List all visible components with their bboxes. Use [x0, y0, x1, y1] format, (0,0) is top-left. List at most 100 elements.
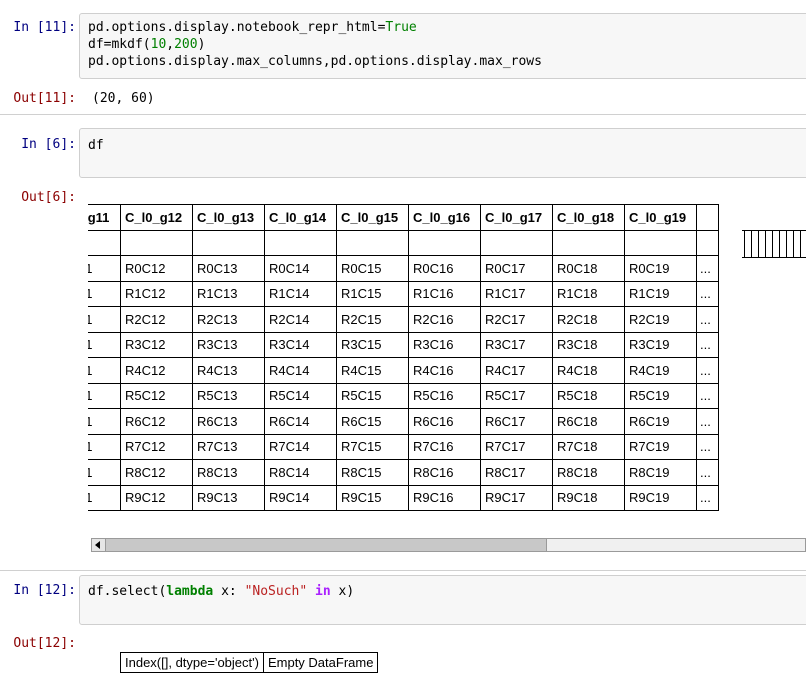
table-cell: R2C13	[192, 306, 265, 333]
table-cell: R5C11	[88, 382, 121, 409]
table-cell: R0C15	[336, 255, 409, 282]
table-cell: R4C19	[624, 357, 697, 384]
table-cell: R3C17	[480, 331, 553, 358]
table-cell: R5C16	[408, 382, 481, 409]
table-cell: R8C13	[192, 459, 265, 486]
table-cell: R6C16	[408, 408, 481, 435]
table-cell: R8C17	[480, 459, 553, 486]
code-true-literal: True	[385, 20, 417, 35]
table-cell: R4C17	[480, 357, 553, 384]
table-cell: R2C17	[480, 306, 553, 333]
output-prompt-6: Out[6]:	[21, 190, 76, 205]
table-cell: R3C11	[88, 331, 121, 358]
output-prompt-11: Out[11]:	[13, 91, 76, 106]
table-cell: R0C19	[624, 255, 697, 282]
table-cell: R6C13	[192, 408, 265, 435]
code-line-1: df.select(lambda x: "NoSuch" in x)	[88, 584, 354, 599]
code-cell-6[interactable]: df	[79, 128, 806, 178]
code-keyword-in: in	[315, 584, 331, 599]
column-header: C_l0_g18	[552, 204, 625, 231]
table-cell: R9C14	[264, 484, 337, 511]
tick-mark	[744, 231, 745, 257]
table-row: R7C11R7C12R7C13R7C14R7C15R7C16R7C17R7C18…	[88, 433, 719, 460]
table-cell: R2C18	[552, 306, 625, 333]
table-cell: R2C12	[120, 306, 193, 333]
table-cell: R4C11	[88, 357, 121, 384]
column-header: C_l0_g12	[120, 204, 193, 231]
table-cell: R5C19	[624, 382, 697, 409]
table-cell: R0C13	[192, 255, 265, 282]
table-cell: R0C17	[480, 255, 553, 282]
table-cell: R5C14	[264, 382, 337, 409]
code-text: df=mkdf(	[88, 37, 151, 52]
code-cell-11[interactable]: pd.options.display.notebook_repr_html=Tr…	[79, 13, 806, 79]
table-cell: R5C13	[192, 382, 265, 409]
tick-mark	[793, 231, 794, 257]
table-cell: R1C15	[336, 280, 409, 307]
code-line-1: df	[88, 138, 104, 153]
table-cell: R6C18	[552, 408, 625, 435]
table-cell: R7C14	[264, 433, 337, 460]
header-index-tick-marks	[742, 230, 806, 258]
table-cell: R8C12	[120, 459, 193, 486]
table-cell: R6C11	[88, 408, 121, 435]
table-cell: R9C11	[88, 484, 121, 511]
table-cell: R9C18	[552, 484, 625, 511]
table-cell: R8C16	[408, 459, 481, 486]
table-cell: R7C17	[480, 433, 553, 460]
code-text: x:	[213, 584, 245, 599]
table-cell: R6C12	[120, 408, 193, 435]
scroll-left-arrow-icon[interactable]	[92, 539, 106, 551]
table-cell: R2C19	[624, 306, 697, 333]
table-row: R1C11R1C12R1C13R1C14R1C15R1C16R1C17R1C18…	[88, 280, 719, 307]
table-cell: R9C19	[624, 484, 697, 511]
scrollbar-thumb[interactable]	[106, 539, 547, 551]
table-cell: R3C13	[192, 331, 265, 358]
code-keyword-lambda: lambda	[166, 584, 214, 599]
table-cell: R9C17	[480, 484, 553, 511]
table-cell: R1C11	[88, 280, 121, 307]
tick-mark	[786, 231, 787, 257]
ellipsis-cell: ...	[696, 280, 719, 307]
code-cell-12[interactable]: df.select(lambda x: "NoSuch" in x)	[79, 575, 806, 625]
horizontal-scrollbar[interactable]	[91, 538, 806, 552]
table-row: R2C11R2C12R2C13R2C14R2C15R2C16R2C17R2C18…	[88, 306, 719, 333]
code-text: )	[197, 37, 206, 52]
table-row: R0C11R0C12R0C13R0C14R0C15R0C16R0C17R0C18…	[88, 255, 719, 282]
column-header-ellipsis	[696, 204, 719, 231]
table-cell: R7C19	[624, 433, 697, 460]
code-text: x)	[330, 584, 355, 599]
column-header: C_l0_g13	[192, 204, 265, 231]
ellipsis-cell: ...	[696, 433, 719, 460]
tick-mark	[772, 231, 773, 257]
ellipsis-cell: ...	[696, 459, 719, 486]
code-text: pd.options.display.notebook_repr_html=	[88, 20, 386, 35]
table-cell: R0C12	[120, 255, 193, 282]
table-cell: R1C16	[408, 280, 481, 307]
code-text: ,	[166, 37, 175, 52]
table-cell: R1C17	[480, 280, 553, 307]
tick-mark	[758, 231, 759, 257]
table-cell: R8C18	[552, 459, 625, 486]
table-row: R4C11R4C12R4C13R4C14R4C15R4C16R4C17R4C18…	[88, 357, 719, 384]
table-cell: R0C18	[552, 255, 625, 282]
ellipsis-cell: ...	[696, 484, 719, 511]
table-cell: R1C18	[552, 280, 625, 307]
table-cell: R9C15	[336, 484, 409, 511]
table-cell: R0C11	[88, 255, 121, 282]
table-cell: R6C17	[480, 408, 553, 435]
output-prompt-12: Out[12]:	[13, 636, 76, 651]
table-cell: R9C16	[408, 484, 481, 511]
code-text: df.select(	[88, 584, 167, 599]
table-cell: R5C18	[552, 382, 625, 409]
empty-dataframe-cell: Empty DataFrame	[262, 652, 379, 673]
table-cell: R7C18	[552, 433, 625, 460]
table-cell: R6C19	[624, 408, 697, 435]
ellipsis-cell: ...	[696, 306, 719, 333]
ellipsis-cell: ...	[696, 331, 719, 358]
table-row: R5C11R5C12R5C13R5C14R5C15R5C16R5C17R5C18…	[88, 382, 719, 409]
table-row: R9C11R9C12R9C13R9C14R9C15R9C16R9C17R9C18…	[88, 484, 719, 511]
column-header: C_l0_g16	[408, 204, 481, 231]
code-line-3: pd.options.display.max_columns,pd.option…	[88, 54, 542, 69]
dataframe-output[interactable]: C_l0_g11 C_l0_g12 C_l0_g13 C_l0_g14 C_l0…	[88, 204, 806, 522]
